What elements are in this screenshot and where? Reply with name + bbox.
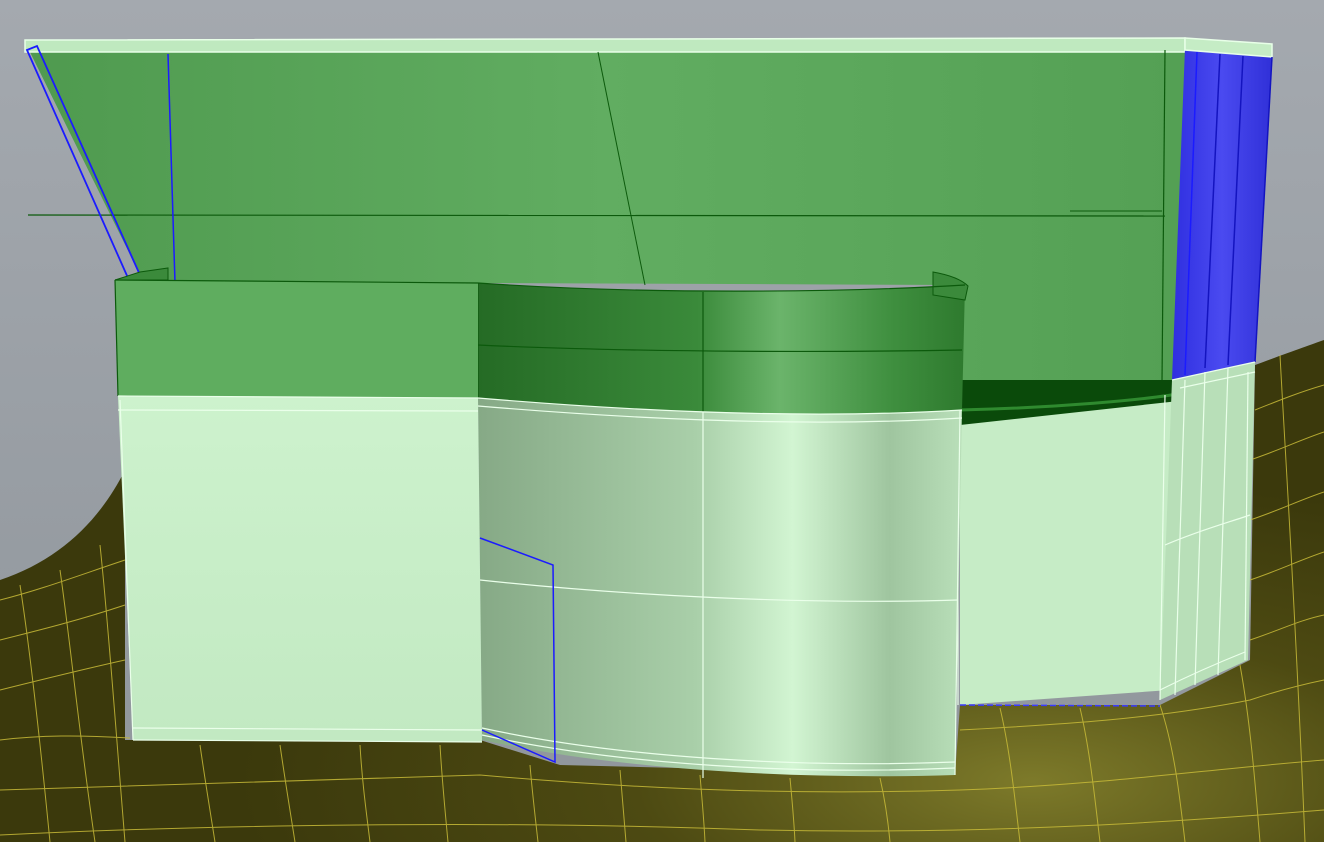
right-wall-face (960, 395, 1178, 705)
right-column-strip[interactable] (1172, 37, 1273, 380)
right-wall-return (1160, 362, 1255, 700)
front-left-wall[interactable] (114, 267, 483, 743)
viewport-canvas[interactable] (0, 0, 1324, 842)
curved-wall-top-band (478, 283, 965, 415)
curved-front-wall[interactable] (477, 271, 969, 778)
left-wall-top-band (115, 280, 478, 398)
back-wall-top-edge (24, 37, 1186, 53)
right-wall[interactable] (957, 361, 1256, 707)
left-wall-lower-face (118, 396, 482, 742)
3d-viewport[interactable] (0, 0, 1324, 842)
